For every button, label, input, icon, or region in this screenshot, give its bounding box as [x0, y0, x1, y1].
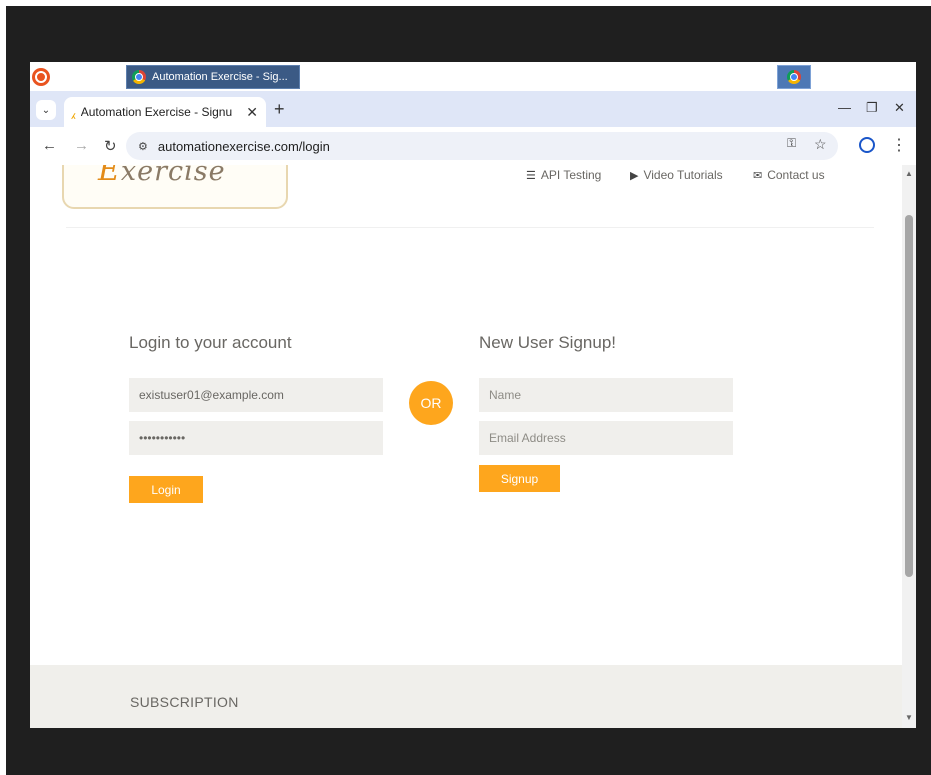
site-info-icon[interactable]: ⚙	[138, 140, 148, 153]
forward-icon[interactable]: →	[74, 137, 89, 154]
tab-title: Automation Exercise - Signu	[80, 105, 233, 119]
address-bar-url: automationexercise.com/login	[157, 138, 330, 154]
bookmark-star-icon[interactable]: ☆	[814, 136, 827, 153]
tab-automation-exercise[interactable]: ⁁ Automation Exercise - Signu ✕	[64, 97, 266, 127]
desktop-background-top	[0, 0, 931, 62]
footer: SUBSCRIPTION	[30, 665, 902, 728]
nav-video-tutorials-label: Video Tutorials	[643, 168, 723, 182]
header-divider	[66, 227, 874, 228]
tray-chrome-button[interactable]	[777, 65, 811, 89]
restore-icon[interactable]: ❐	[866, 100, 878, 116]
signup-name-input[interactable]	[479, 378, 733, 412]
browser-toolbar: ← → ↻ ⚙ automationexercise.com/login ⚿ ☆…	[30, 127, 916, 165]
nav-api-testing[interactable]: ☰ API Testing	[526, 168, 601, 182]
browser-window: ⌄ ⁁ Automation Exercise - Signu ✕ + — ❐ …	[30, 91, 916, 728]
video-icon: ▶	[630, 169, 639, 182]
applications-label: Applications	[53, 70, 118, 84]
menu-dots-icon[interactable]: ⋮	[891, 135, 907, 155]
login-button[interactable]: Login	[129, 476, 203, 503]
scroll-down-arrow-icon[interactable]: ▼	[905, 713, 913, 722]
nav-video-tutorials[interactable]: ▶ Video Tutorials	[630, 168, 723, 182]
signup-title: New User Signup!	[479, 333, 617, 352]
key-icon[interactable]: ⚿	[787, 136, 796, 151]
desktop-background-right	[916, 0, 931, 775]
nav-contact-us-label: Contact us	[767, 168, 825, 182]
signup-button[interactable]: Signup	[479, 465, 560, 492]
page-viewport: Exercise ☰ API Testing ▶ Video Tutorials…	[30, 165, 902, 728]
chrome-icon	[787, 70, 801, 84]
applications-menu[interactable]: Applications	[32, 67, 118, 87]
chrome-icon	[132, 70, 146, 84]
new-tab-button[interactable]: +	[274, 99, 285, 120]
or-divider: OR	[409, 381, 453, 425]
login-password-input[interactable]	[129, 421, 383, 455]
tab-search-button[interactable]: ⌄	[36, 100, 56, 120]
desktop-background-bottom	[0, 728, 931, 775]
signup-email-input[interactable]	[479, 421, 733, 455]
reload-icon[interactable]: ↻	[104, 137, 117, 155]
chevron-down-icon: ⌄	[41, 104, 51, 116]
address-bar[interactable]: ⚙ automationexercise.com/login	[126, 132, 838, 160]
taskbar: Applications Automation Exercise - Sig..…	[30, 64, 916, 90]
close-icon[interactable]: ✕	[246, 104, 258, 121]
taskbar-window-title: Automation Exercise - Sig...	[152, 71, 288, 83]
minimize-icon[interactable]: —	[838, 100, 851, 115]
nav-contact-us[interactable]: ✉ Contact us	[753, 168, 825, 182]
site-favicon-icon: ⁁	[72, 106, 75, 119]
ubuntu-icon	[32, 68, 50, 86]
close-window-icon[interactable]: ✕	[894, 100, 905, 116]
scroll-up-arrow-icon[interactable]: ▲	[905, 169, 913, 178]
tab-strip: ⌄ ⁁ Automation Exercise - Signu ✕ + — ❐ …	[30, 91, 916, 127]
scrollbar-thumb[interactable]	[905, 215, 913, 577]
envelope-icon: ✉	[753, 169, 763, 182]
login-email-input[interactable]	[129, 378, 383, 412]
login-title: Login to your account	[129, 333, 292, 352]
profile-icon[interactable]	[859, 137, 875, 153]
taskbar-window-chrome[interactable]: Automation Exercise - Sig...	[126, 65, 300, 89]
screen-border-left	[0, 0, 6, 775]
screen-border-top	[0, 0, 931, 6]
page-scrollbar[interactable]: ▲ ▼	[902, 165, 916, 728]
back-icon[interactable]: ←	[42, 137, 57, 154]
site-logo[interactable]: Exercise	[62, 165, 288, 209]
nav-api-testing-label: API Testing	[540, 168, 602, 182]
list-icon: ☰	[526, 169, 536, 182]
logo-text: Exercise	[98, 165, 226, 188]
subscription-heading: SUBSCRIPTION	[130, 694, 239, 710]
